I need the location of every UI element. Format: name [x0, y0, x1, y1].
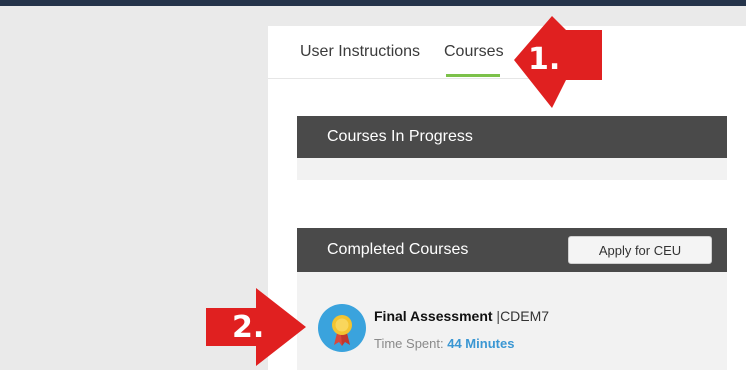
time-spent-value: 44 Minutes — [447, 336, 515, 351]
annotation-label-2: 2. — [232, 310, 265, 345]
tab-courses[interactable]: Courses — [444, 43, 504, 61]
courses-in-progress-body — [297, 158, 727, 180]
course-code: CDEM7 — [500, 308, 550, 324]
course-title[interactable]: Final Assessment |CDEM7 — [374, 308, 549, 324]
courses-in-progress-header: Courses In Progress — [297, 116, 727, 158]
time-spent-label: Time Spent: — [374, 336, 444, 351]
completed-courses-title: Completed Courses — [327, 241, 469, 258]
apply-for-ceu-button[interactable]: Apply for CEU — [568, 236, 712, 264]
active-tab-indicator — [446, 74, 500, 77]
tab-user-instructions[interactable]: User Instructions — [300, 43, 420, 61]
courses-in-progress-title: Courses In Progress — [327, 128, 473, 145]
medal-icon — [317, 303, 367, 353]
annotation-label-1: 1. — [528, 42, 561, 77]
course-time-spent: Time Spent: 44 Minutes — [374, 336, 514, 351]
course-name[interactable]: Final Assessment — [374, 308, 493, 324]
